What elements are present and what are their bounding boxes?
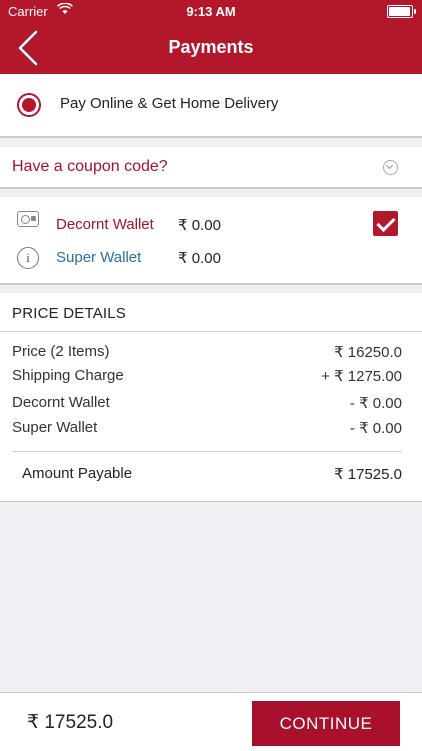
radio-selected-icon[interactable] bbox=[17, 93, 41, 117]
chevron-down-icon bbox=[383, 160, 398, 175]
wallet-icon bbox=[17, 211, 39, 227]
super-wallet-label[interactable]: Super Wallet bbox=[56, 249, 141, 266]
payment-option-online[interactable]: Pay Online & Get Home Delivery bbox=[0, 74, 422, 138]
price-details-section: PRICE DETAILS Price (2 Items) ₹ 16250.0 … bbox=[0, 293, 422, 502]
battery-icon bbox=[387, 5, 416, 18]
super-wallet-deduction-row: Super Wallet - ₹ 0.00 bbox=[12, 419, 402, 441]
decornt-wallet-balance: ₹ 0.00 bbox=[178, 217, 221, 234]
navigation-bar: Payments bbox=[0, 22, 422, 74]
shipping-label: Shipping Charge bbox=[12, 367, 124, 384]
page-title: Payments bbox=[168, 37, 254, 57]
decornt-wallet-deduction-row: Decornt Wallet - ₹ 0.00 bbox=[12, 394, 402, 416]
divider bbox=[12, 451, 402, 452]
super-wallet-deduction-label: Super Wallet bbox=[12, 419, 98, 436]
price-row: Price (2 Items) ₹ 16250.0 bbox=[12, 343, 402, 365]
super-wallet-balance: ₹ 0.00 bbox=[178, 250, 221, 267]
total-amount: ₹ 17525.0 bbox=[27, 712, 114, 733]
coupon-toggle[interactable]: Have a coupon code? bbox=[0, 147, 422, 189]
info-icon[interactable]: i bbox=[17, 247, 39, 269]
status-time: 9:13 AM bbox=[186, 4, 236, 19]
super-wallet-deduction-value: - ₹ 0.00 bbox=[349, 420, 402, 437]
decornt-wallet-checkbox[interactable] bbox=[373, 211, 398, 236]
divider bbox=[0, 331, 422, 332]
amount-payable-value: ₹ 17525.0 bbox=[334, 466, 402, 483]
decornt-wallet-deduction-value: - ₹ 0.00 bbox=[349, 395, 402, 412]
decornt-wallet-deduction-label: Decornt Wallet bbox=[12, 394, 110, 411]
continue-button[interactable]: CONTINUE bbox=[252, 701, 400, 746]
payment-option-label: Pay Online & Get Home Delivery bbox=[60, 95, 279, 112]
price-label: Price (2 Items) bbox=[12, 343, 110, 360]
price-details-heading: PRICE DETAILS bbox=[12, 305, 127, 322]
coupon-label: Have a coupon code? bbox=[12, 158, 168, 175]
amount-payable-label: Amount Payable bbox=[22, 465, 133, 482]
shipping-row: Shipping Charge + ₹ 1275.00 bbox=[12, 367, 402, 389]
shipping-value: + ₹ 1275.00 bbox=[321, 368, 402, 385]
status-bar: Carrier 9:13 AM bbox=[0, 0, 422, 22]
wallet-section: Decornt Wallet ₹ 0.00 i Super Wallet ₹ 0… bbox=[0, 197, 422, 285]
decornt-wallet-label: Decornt Wallet bbox=[56, 216, 154, 233]
checkout-bar: ₹ 17525.0 CONTINUE bbox=[0, 692, 422, 751]
price-value: ₹ 16250.0 bbox=[334, 344, 402, 361]
